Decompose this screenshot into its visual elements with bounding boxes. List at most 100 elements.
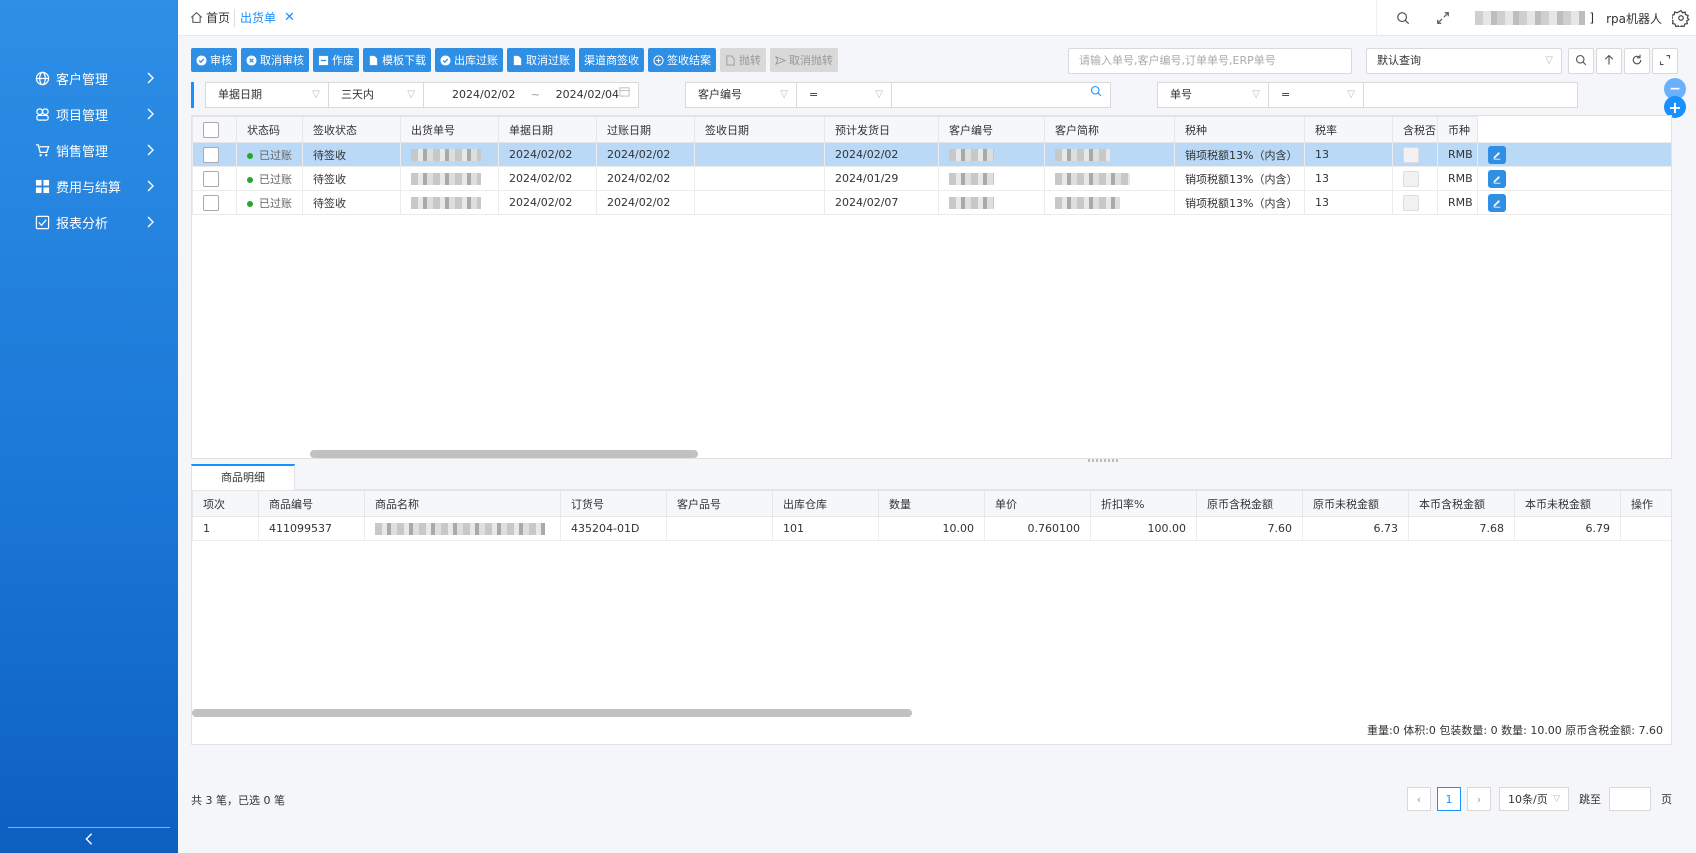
page-size-select[interactable]: 10条/页 ▽ — [1499, 787, 1569, 811]
search-icon[interactable] — [1395, 10, 1411, 26]
column-header[interactable]: 税种 — [1174, 116, 1305, 143]
tax-included-checkbox — [1403, 146, 1419, 163]
page-number[interactable]: 1 — [1437, 787, 1461, 811]
column-header[interactable]: 商品编号 — [258, 490, 365, 517]
column-header[interactable]: 含税否 — [1392, 116, 1438, 143]
edit-button[interactable] — [1488, 169, 1506, 188]
file-icon — [725, 54, 736, 66]
fullscreen-icon[interactable] — [1435, 10, 1451, 26]
sidebar-item-project[interactable]: 项目管理 — [0, 96, 178, 132]
column-header[interactable]: 过账日期 — [596, 116, 695, 143]
row-checkbox[interactable] — [203, 194, 219, 211]
chevron-down-icon: ▽ — [1347, 89, 1355, 100]
column-header[interactable]: 单据日期 — [498, 116, 597, 143]
column-header[interactable]: 项次 — [192, 490, 259, 517]
column-header[interactable]: 本币含税金额 — [1408, 490, 1515, 517]
tab-shipment[interactable]: 出货单 ✕ — [240, 9, 295, 26]
sidebar-item-expense[interactable]: 费用与结算 — [0, 168, 178, 204]
cancel-post-button[interactable]: 取消过账 — [507, 48, 575, 72]
collapse-sidebar-button[interactable] — [8, 827, 170, 853]
table-row[interactable]: 1 411099537 435204-01D 101 10.00 0.76010… — [192, 516, 1671, 541]
customer-operator-select[interactable]: = ▽ — [796, 82, 892, 108]
column-header[interactable]: 数量 — [878, 490, 985, 517]
cancel-approve-button[interactable]: 取消审核 — [241, 48, 309, 72]
edit-button[interactable] — [1488, 193, 1506, 212]
column-header[interactable]: 客户编号 — [938, 116, 1045, 143]
search-icon[interactable] — [1090, 83, 1102, 107]
column-header[interactable]: 商品名称 — [364, 490, 561, 517]
table-row[interactable]: 已过账 待签收 2024/02/02 2024/02/02 2024/02/02… — [192, 142, 1671, 167]
query-select[interactable]: 默认查询 ▽ — [1366, 48, 1562, 74]
number-operator-select[interactable]: = ▽ — [1268, 82, 1364, 108]
channel-sign-button[interactable]: 渠道商签收 — [579, 48, 644, 72]
column-header[interactable]: 币种 — [1437, 116, 1478, 143]
file-icon — [368, 55, 379, 66]
row-checkbox[interactable] — [203, 170, 219, 187]
number-value-input[interactable] — [1363, 82, 1578, 108]
column-header[interactable]: 单价 — [984, 490, 1091, 517]
table-row[interactable]: 已过账 待签收 2024/02/02 2024/02/02 2024/02/07… — [192, 190, 1671, 215]
cancel-transfer-button[interactable]: 取消抛转 — [770, 48, 838, 72]
number-field-select[interactable]: 单号 ▽ — [1157, 82, 1269, 108]
select-all-header[interactable] — [192, 116, 237, 143]
column-header[interactable]: 预计发货日 — [824, 116, 939, 143]
edit-button[interactable] — [1488, 145, 1506, 164]
blurred-user-info — [1475, 11, 1586, 25]
sidebar-item-customer[interactable]: 客户管理 — [0, 60, 178, 96]
column-header[interactable]: 签收日期 — [694, 116, 825, 143]
sign-close-button[interactable]: 签收结案 — [648, 48, 716, 72]
table-row[interactable]: 已过账 待签收 2024/02/02 2024/02/02 2024/01/29… — [192, 166, 1671, 191]
tab-product-detail[interactable]: 商品明细 — [191, 464, 295, 490]
transfer-button[interactable]: 抛转 — [720, 48, 766, 72]
tab-home[interactable]: 首页 — [190, 9, 230, 26]
jump-label: 跳至 — [1579, 793, 1601, 806]
detail-summary: 重量:0 体积:0 包装数量: 0 数量: 10.00 原币含税金额: 7.60 — [1367, 724, 1663, 737]
page-suffix: 页 — [1661, 793, 1672, 806]
sidebar-item-sales[interactable]: 销售管理 — [0, 132, 178, 168]
column-header[interactable]: 签收状态 — [302, 116, 401, 143]
customer-field-select[interactable]: 客户编号 ▽ — [685, 82, 797, 108]
void-button[interactable]: 作废 — [313, 48, 359, 72]
expand-button[interactable] — [1652, 48, 1678, 74]
column-header[interactable]: 出货单号 — [400, 116, 499, 143]
next-page-button[interactable]: › — [1467, 787, 1491, 811]
template-download-button[interactable]: 模板下载 — [363, 48, 431, 72]
search-input[interactable]: 请输入单号,客户编号,订单单号,ERP单号 — [1068, 48, 1352, 74]
date-range-picker[interactable]: 2024/02/02 ~ 2024/02/04 — [423, 82, 639, 108]
prev-page-button[interactable]: ‹ — [1407, 787, 1431, 811]
jump-page-input[interactable] — [1609, 787, 1651, 811]
column-header[interactable]: 客户简称 — [1044, 116, 1175, 143]
date-range-select[interactable]: 三天内 ▽ — [328, 82, 424, 108]
column-header[interactable]: 操作 — [1620, 490, 1671, 517]
grid-icon — [34, 178, 50, 194]
close-icon[interactable]: ✕ — [284, 10, 295, 25]
customer-value-input[interactable] — [891, 82, 1111, 108]
column-header[interactable]: 本币未税金额 — [1514, 490, 1621, 517]
chevron-right-icon: › — [1476, 792, 1482, 806]
row-checkbox[interactable] — [203, 146, 219, 163]
panel-resize-handle[interactable] — [1088, 459, 1118, 462]
search-button[interactable] — [1568, 48, 1594, 74]
sidebar-item-label: 客户管理 — [56, 72, 109, 88]
column-header[interactable]: 原币含税金额 — [1196, 490, 1303, 517]
username[interactable]: rpa机器人 — [1606, 10, 1662, 27]
horizontal-scrollbar[interactable] — [310, 450, 698, 458]
date-field-select[interactable]: 单据日期 ▽ — [205, 82, 329, 108]
select-all-checkbox[interactable] — [203, 121, 219, 138]
column-header[interactable]: 状态码 — [236, 116, 303, 143]
sort-up-button[interactable] — [1596, 48, 1622, 74]
date-tilde: ~ — [530, 88, 541, 101]
column-header[interactable]: 订货号 — [560, 490, 667, 517]
sidebar-item-report[interactable]: 报表分析 — [0, 204, 178, 240]
post-outbound-button[interactable]: 出库过账 — [435, 48, 503, 72]
column-header[interactable]: 税率 — [1304, 116, 1393, 143]
horizontal-scrollbar[interactable] — [192, 709, 912, 717]
column-header[interactable]: 折扣率% — [1090, 490, 1197, 517]
arrow-up-icon — [1603, 54, 1615, 69]
column-header[interactable]: 出库仓库 — [772, 490, 879, 517]
gear-icon[interactable] — [1672, 9, 1690, 27]
column-header[interactable]: 原币未税金额 — [1302, 490, 1409, 517]
approve-button[interactable]: 审核 — [191, 48, 237, 72]
column-header[interactable]: 客户品号 — [666, 490, 773, 517]
refresh-button[interactable] — [1624, 48, 1650, 74]
